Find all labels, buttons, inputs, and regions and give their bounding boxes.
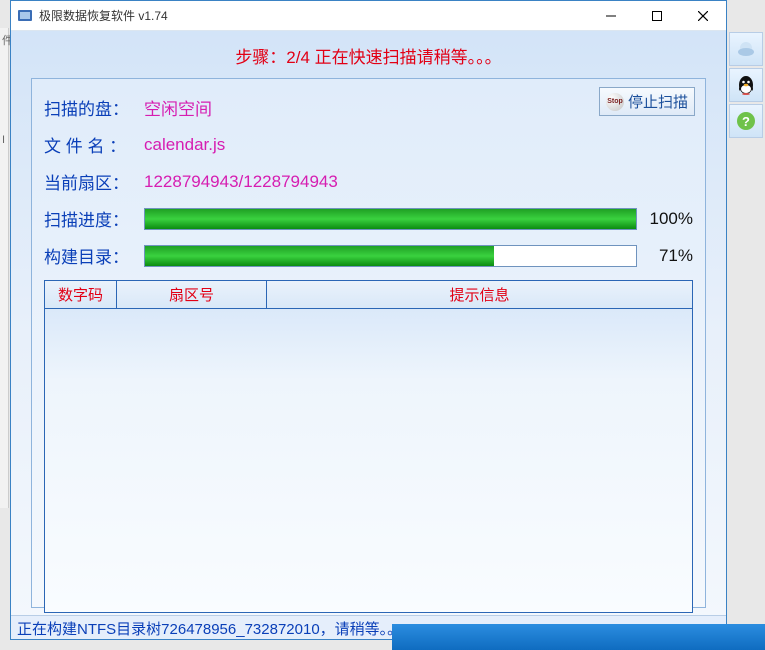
build-progress-label: 构建目录： [44,243,144,268]
result-table: 数字码 扇区号 提示信息 [44,280,693,613]
svg-text:?: ? [742,114,750,129]
scan-progress-pct: 100% [637,209,693,229]
scan-panel: Stop 停止扫描 扫描的盘： 空闲空间 文 件 名 ： calendar.js… [31,78,706,608]
scan-progress-fill [145,209,636,229]
side-qq-icon[interactable] [729,68,763,102]
sector-value: 1228794943/1228794943 [144,172,338,192]
col-code[interactable]: 数字码 [45,281,117,309]
maximize-button[interactable] [634,1,680,31]
file-value: calendar.js [144,135,225,155]
stop-icon: Stop [606,93,624,111]
sector-label: 当前扇区： [44,169,144,194]
build-progress-row: 构建目录： 71% [44,243,693,268]
background-window-edge: 件 I [0,28,9,508]
status-text: 正在构建NTFS目录树726478956_732872010，请稍等。。。 [17,621,410,638]
window-title: 极限数据恢复软件 v1.74 [39,7,588,24]
build-progress-fill [145,246,494,266]
build-progress-bar [144,245,637,267]
col-sector[interactable]: 扇区号 [117,281,267,309]
client-area: 步骤：2/4 正在快速扫描请稍等。。。 Stop 停止扫描 扫描的盘： 空闲空间… [11,31,726,639]
table-body [45,309,692,612]
disk-label: 扫描的盘： [44,95,144,120]
minimize-button[interactable] [588,1,634,31]
stop-button-label: 停止扫描 [628,91,688,112]
step-banner: 步骤：2/4 正在快速扫描请稍等。。。 [31,43,706,68]
side-weather-icon[interactable] [729,32,763,66]
scan-progress-bar [144,208,637,230]
disk-value: 空闲空间 [144,95,212,120]
file-row: 文 件 名 ： calendar.js [44,132,693,157]
col-message[interactable]: 提示信息 [267,281,692,309]
titlebar[interactable]: 极限数据恢复软件 v1.74 [11,1,726,31]
stop-scan-button[interactable]: Stop 停止扫描 [599,87,695,116]
build-progress-pct: 71% [637,246,693,266]
scan-progress-label: 扫描进度： [44,206,144,231]
table-header: 数字码 扇区号 提示信息 [45,281,692,309]
sector-row: 当前扇区： 1228794943/1228794943 [44,169,693,194]
scan-progress-row: 扫描进度： 100% [44,206,693,231]
disk-row: 扫描的盘： 空闲空间 [44,95,693,120]
app-icon [17,8,33,24]
main-window: 极限数据恢复软件 v1.74 步骤：2/4 正在快速扫描请稍等。。。 Stop … [10,0,727,640]
close-button[interactable] [680,1,726,31]
taskbar-background [392,624,765,650]
file-label: 文 件 名 ： [44,132,144,157]
window-controls [588,1,726,31]
side-toolbar: ? [729,32,765,140]
side-help-icon[interactable]: ? [729,104,763,138]
